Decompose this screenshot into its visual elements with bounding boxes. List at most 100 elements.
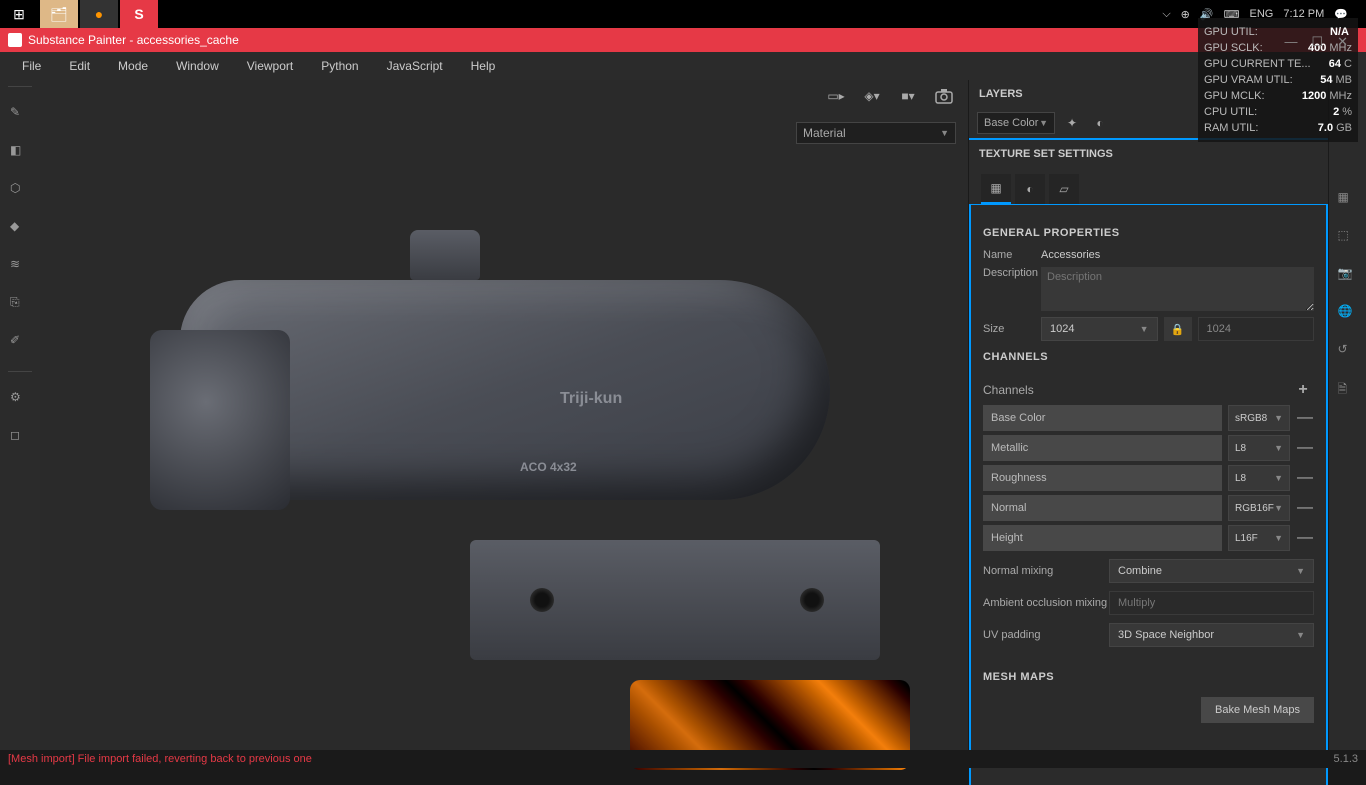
projection-tool-icon[interactable]: ⬡ (10, 181, 30, 201)
menu-viewport[interactable]: Viewport (233, 59, 307, 73)
layers-channel-label: Base Color (984, 117, 1038, 129)
smudge-tool-icon[interactable]: ≋ (10, 257, 30, 277)
mesh-preview: Triji-kun ACO 4x32 (120, 200, 860, 600)
uv-padding-dropdown[interactable]: 3D Space Neighbor ▼ (1109, 623, 1314, 647)
chevron-down-icon: ▼ (1274, 443, 1283, 453)
normal-mixing-label: Normal mixing (983, 565, 1109, 577)
channel-format-dropdown[interactable]: L8▼ (1228, 465, 1290, 491)
chevron-down-icon: ▼ (1274, 533, 1283, 543)
chevron-down-icon: ▼ (1274, 503, 1283, 513)
version-label: 5.1.3 (1334, 753, 1358, 765)
chevron-down-icon: ▼ (1296, 630, 1305, 640)
channel-name[interactable]: Roughness (983, 465, 1222, 491)
description-label: Description (983, 267, 1041, 279)
screenshot-icon[interactable] (932, 84, 956, 108)
ov-label: GPU UTIL: (1204, 26, 1258, 38)
channel-name[interactable]: Height (983, 525, 1222, 551)
bake-tool-icon[interactable]: ◻ (10, 428, 30, 448)
tss-tab-uv[interactable]: ▱ (1049, 174, 1079, 204)
ov-label: GPU SCLK: (1204, 42, 1263, 54)
settings-tool-icon[interactable]: ⚙ (10, 390, 30, 410)
remove-channel-button[interactable]: — (1296, 529, 1314, 547)
eyedropper-tool-icon[interactable]: ✐ (10, 333, 30, 353)
chevron-down-icon: ▼ (1296, 566, 1305, 576)
uv-padding-label: UV padding (983, 629, 1109, 641)
material-dropdown[interactable]: Material ▼ (796, 122, 956, 144)
start-button[interactable]: ⊞ (0, 0, 38, 28)
remove-channel-button[interactable]: — (1296, 469, 1314, 487)
channel-format-dropdown[interactable]: L16F▼ (1228, 525, 1290, 551)
window-title: Substance Painter - accessories_cache (28, 33, 239, 47)
channel-row: Normal RGB16F▼ — (983, 495, 1314, 521)
channel-name[interactable]: Normal (983, 495, 1222, 521)
bake-mesh-maps-button[interactable]: Bake Mesh Maps (1201, 697, 1314, 723)
menu-window[interactable]: Window (162, 59, 233, 73)
chevron-down-icon: ▼ (1039, 118, 1048, 128)
layers-channel-dropdown[interactable]: Base Color ▼ (977, 112, 1055, 134)
video-icon[interactable]: ■▾ (896, 84, 920, 108)
viewport-3d[interactable]: ▭▸ ◈▾ ■▾ Material ▼ Triji-kun ACO 4x32 (40, 80, 968, 768)
menu-python[interactable]: Python (307, 59, 372, 73)
ov-value: 54 (1320, 74, 1332, 86)
layers-title: LAYERS (979, 88, 1023, 100)
eraser-tool-icon[interactable]: ◧ (10, 143, 30, 163)
size-dropdown[interactable]: 1024 ▼ (1041, 317, 1158, 341)
ov-label: RAM UTIL: (1204, 122, 1258, 134)
menu-edit[interactable]: Edit (55, 59, 104, 73)
clone-tool-icon[interactable]: ⎘ (10, 295, 30, 315)
channel-format-dropdown[interactable]: RGB16F▼ (1228, 495, 1290, 521)
firefox-icon[interactable]: ● (80, 0, 118, 28)
ov-value: 1200 (1302, 90, 1326, 102)
ov-label: GPU CURRENT TE... (1204, 58, 1311, 70)
menu-mode[interactable]: Mode (104, 59, 162, 73)
tss-tab-sphere[interactable]: ◐ (1015, 174, 1045, 204)
description-input[interactable] (1041, 267, 1314, 311)
ov-label: GPU VRAM UTIL: (1204, 74, 1293, 86)
tss-tab-main[interactable]: ▦ (981, 174, 1011, 204)
file-explorer-icon[interactable]: 🗂 (40, 0, 78, 28)
camera-mode-icon[interactable]: ▭▸ (824, 84, 848, 108)
channel-row: Metallic L8▼ — (983, 435, 1314, 461)
camera-settings-icon[interactable]: 📷 (1338, 266, 1358, 286)
menu-help[interactable]: Help (457, 59, 510, 73)
history-icon[interactable]: ↺ (1338, 342, 1358, 362)
remove-channel-button[interactable]: — (1296, 499, 1314, 517)
brush-tool-icon[interactable]: ✎ (10, 105, 30, 125)
display-settings-icon[interactable]: ▦ (1338, 190, 1358, 210)
polyfill-tool-icon[interactable]: ◆ (10, 219, 30, 239)
channel-format-dropdown[interactable]: sRGB8▼ (1228, 405, 1290, 431)
display-mode-icon[interactable]: ◈▾ (860, 84, 884, 108)
channel-format-dropdown[interactable]: L8▼ (1228, 435, 1290, 461)
mask-icon[interactable]: ◐ (1089, 112, 1111, 134)
network-icon[interactable]: ⊕ (1181, 8, 1190, 21)
substance-painter-task-icon[interactable]: S (120, 0, 158, 28)
remove-channel-button[interactable]: — (1296, 439, 1314, 457)
maximize-button[interactable]: ☐ (1311, 34, 1323, 50)
environment-icon[interactable]: 🌐 (1338, 304, 1358, 324)
log-icon[interactable]: 🗎 (1338, 380, 1358, 400)
add-channel-button[interactable]: + (1292, 379, 1314, 401)
size-value: 1024 (1050, 323, 1074, 335)
chevron-down-icon: ▼ (1274, 413, 1283, 423)
close-button[interactable]: ✕ (1337, 34, 1348, 50)
remove-channel-button[interactable]: — (1296, 409, 1314, 427)
channel-name[interactable]: Base Color (983, 405, 1222, 431)
name-label: Name (983, 249, 1041, 261)
status-message: [Mesh import] File import failed, revert… (8, 753, 312, 765)
chevron-up-icon[interactable]: ⌵ (1162, 8, 1170, 21)
statusbar: [Mesh import] File import failed, revert… (0, 750, 1366, 768)
right-dock-tabs: ▦ ⬚ 📷 🌐 ↺ 🗎 (1328, 80, 1366, 768)
shader-settings-icon[interactable]: ⬚ (1338, 228, 1358, 248)
channels-heading: CHANNELS (983, 351, 1314, 363)
size-lock-button[interactable]: 🔒 (1164, 317, 1192, 341)
normal-mixing-dropdown[interactable]: Combine ▼ (1109, 559, 1314, 583)
tss-title: TEXTURE SET SETTINGS (979, 148, 1113, 160)
minimize-button[interactable]: — (1284, 34, 1297, 50)
menu-javascript[interactable]: JavaScript (373, 59, 457, 73)
app-icon (8, 33, 22, 47)
menu-file[interactable]: File (8, 59, 55, 73)
mesh-engraving-2: ACO 4x32 (520, 460, 577, 474)
effects-icon[interactable]: ✦ (1061, 112, 1083, 134)
size-secondary: 1024 (1198, 317, 1315, 341)
channel-name[interactable]: Metallic (983, 435, 1222, 461)
